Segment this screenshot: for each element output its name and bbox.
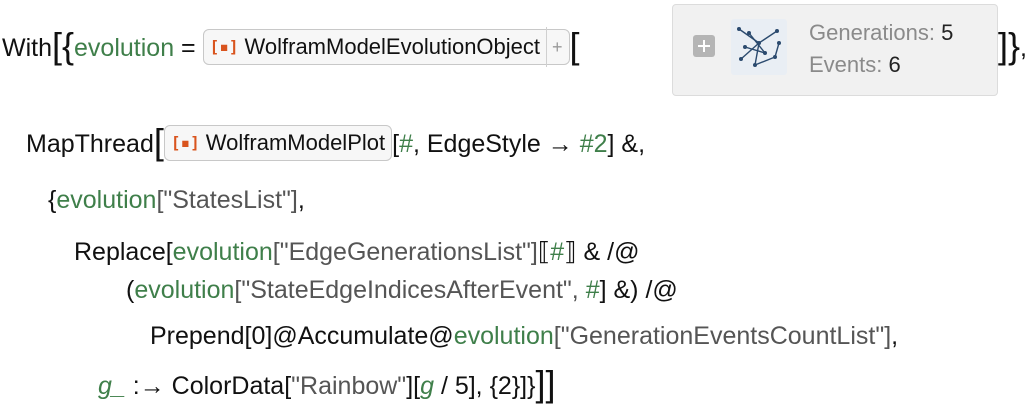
- code-line-6[interactable]: Prepend[0]@Accumulate@evolution["Generat…: [150, 316, 898, 356]
- with-keyword: With: [2, 34, 52, 62]
- code-line-1[interactable]: With[{evolution = [▪] WolframModelEvoluti…: [2, 24, 580, 68]
- code-line-5[interactable]: (evolution["StateEdgeIndicesAfterEvent",…: [126, 270, 678, 310]
- slot-1: #: [399, 130, 413, 158]
- replace-keyword: Replace[: [74, 238, 173, 266]
- slot-2: #2: [579, 130, 608, 158]
- generations-value: 5: [941, 20, 954, 45]
- property-edge-generations: ["EdgeGenerationsList"]: [272, 238, 538, 266]
- expand-icon[interactable]: [693, 35, 715, 57]
- property-state-edge-indices: ["StateEdgeIndicesAfterEvent",: [234, 276, 586, 304]
- comma: ,: [297, 186, 305, 214]
- line-tail: / 5], {2}]}: [434, 372, 536, 400]
- evolution-summary-box[interactable]: Generations: 5 Events: 6: [672, 4, 998, 96]
- events-label: Events:: [809, 52, 889, 77]
- evolution-object-chip[interactable]: [▪] WolframModelEvolutionObject +: [202, 27, 570, 68]
- property-states-list: ["StatesList"]: [156, 186, 298, 214]
- rainbow-string: "Rainbow": [291, 372, 407, 400]
- function-icon: [▪]: [209, 37, 239, 57]
- variable-evolution: evolution: [453, 322, 554, 350]
- part-open: ⟦: [537, 238, 551, 266]
- line-1-close: ]},: [998, 24, 1027, 66]
- map-operator: & /@: [576, 238, 640, 266]
- slot: #: [585, 276, 600, 304]
- bracket-mid: ][: [406, 372, 421, 400]
- events-value: 6: [888, 52, 901, 77]
- code-line-2[interactable]: MapThread[[▪] WolframModelPlot [#, EdgeSty…: [26, 120, 646, 162]
- map-operator: ] &) /@: [599, 276, 678, 304]
- variable-g: g: [420, 372, 434, 400]
- code-line-3[interactable]: {evolution["StatesList"],: [48, 180, 305, 220]
- slot: #: [550, 238, 565, 266]
- model-plot-chip[interactable]: [▪] WolframModelPlot: [163, 125, 393, 162]
- delayed-rule: :→ ColorData[: [125, 372, 292, 400]
- code-line-7[interactable]: g_ :→ ColorData["Rainbow"][g / 5], {2}]}…: [98, 362, 556, 404]
- args-close: ] &,: [607, 130, 646, 158]
- closing-brackets: ]]: [535, 363, 556, 404]
- generations-label: Generations:: [809, 20, 942, 45]
- edgestyle-option: , EdgeStyle →: [412, 130, 580, 158]
- generations-row: Generations: 5: [809, 17, 953, 49]
- assign-operator: =: [174, 34, 203, 62]
- graph-icon: [737, 27, 781, 67]
- property-generation-events: ["GenerationEventsCountList"]: [553, 322, 892, 350]
- chip-plus-icon[interactable]: +: [546, 27, 563, 68]
- variable-evolution: evolution: [134, 276, 235, 304]
- variable-evolution: evolution: [172, 238, 273, 266]
- variable-evolution: evolution: [56, 186, 157, 214]
- function-icon: [▪]: [170, 133, 200, 153]
- object-bracket-open: [: [569, 25, 580, 66]
- hypergraph-thumbnail: [731, 19, 787, 75]
- mapthread-bracket: [: [153, 121, 164, 162]
- chip-label: WolframModelEvolutionObject: [244, 34, 541, 60]
- prepend-accumulate: Prepend[0]@Accumulate@: [150, 322, 454, 350]
- object-bracket-close: ]}: [998, 25, 1021, 66]
- chip-label: WolframModelPlot: [205, 130, 386, 156]
- comma: ,: [891, 322, 899, 350]
- variable-evolution: evolution: [74, 34, 175, 62]
- comma: ,: [1020, 34, 1027, 62]
- mapthread-keyword: MapThread: [26, 130, 154, 158]
- part-close: ⟧: [564, 238, 577, 266]
- events-row: Events: 6: [809, 49, 953, 81]
- pattern-g: g_: [98, 372, 126, 400]
- summary-meta: Generations: 5 Events: 6: [809, 17, 953, 81]
- code-line-4[interactable]: Replace[evolution["EdgeGenerationsList"]…: [74, 232, 639, 272]
- bracket-open: [{: [52, 25, 75, 66]
